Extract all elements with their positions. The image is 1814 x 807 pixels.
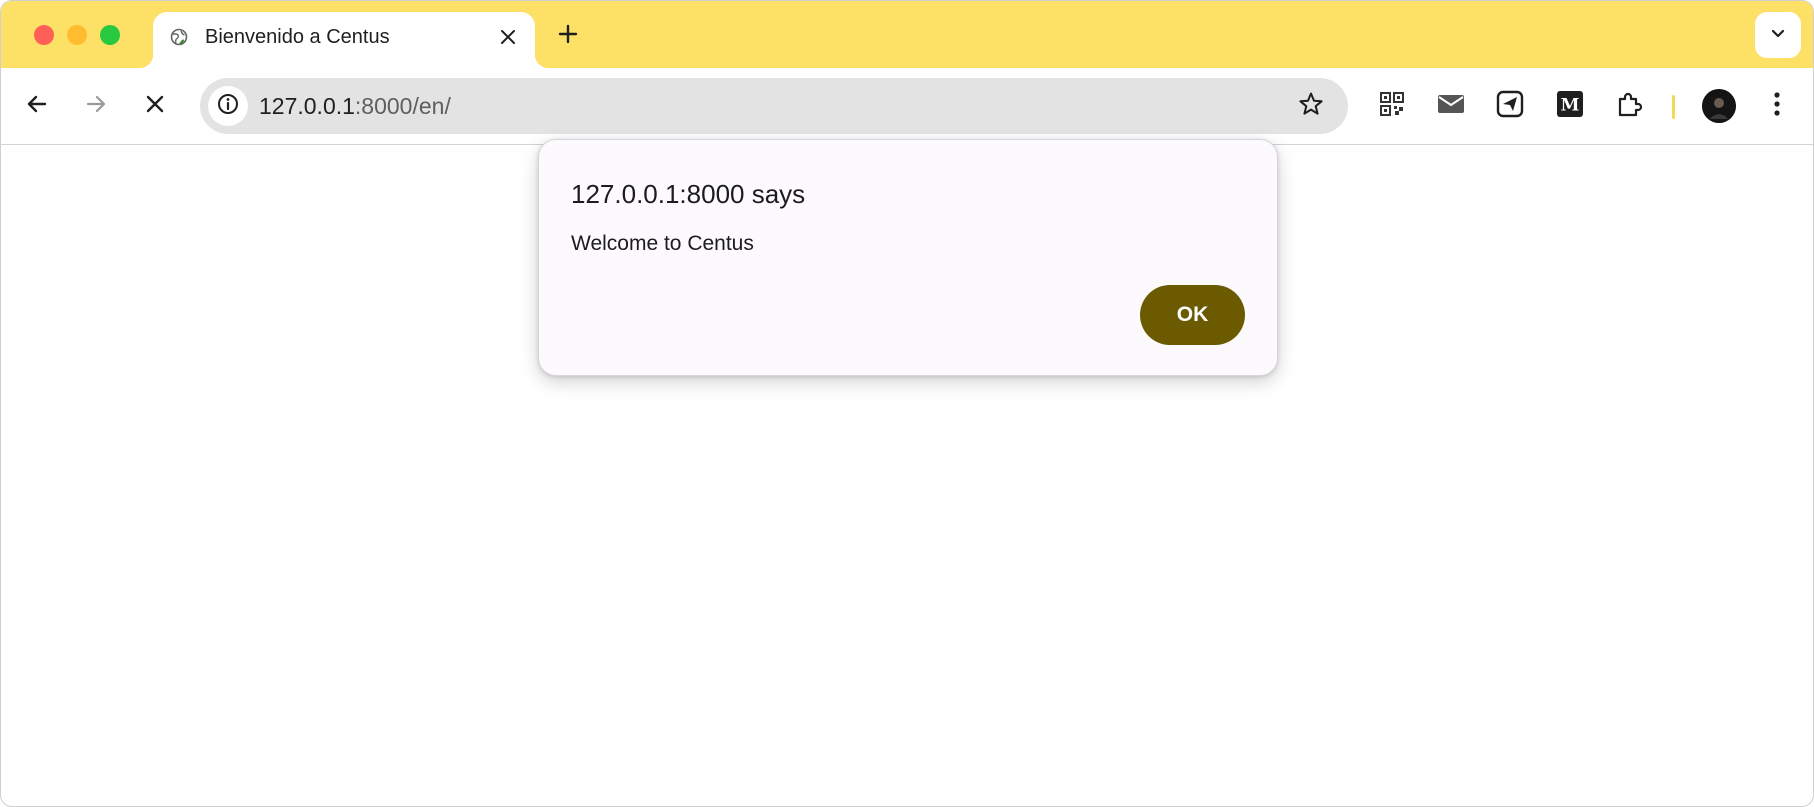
address-bar[interactable]: 127.0.0.1:8000/en/ [200,78,1348,134]
alert-dialog: 127.0.0.1:8000 says Welcome to Centus OK [538,139,1278,376]
plus-icon [558,24,578,49]
new-tab-button[interactable] [554,22,582,50]
mail-icon [1436,92,1466,121]
chevron-down-icon [1770,25,1786,46]
star-icon [1298,91,1324,122]
dialog-title: 127.0.0.1:8000 says [571,179,806,209]
url-text: 127.0.0.1:8000/en/ [259,92,451,120]
puzzle-icon [1615,90,1643,123]
url-host: 127.0.0.1 [259,93,355,119]
arrow-left-icon [25,92,49,121]
browser-window: Bienvenido a Centus 127.0.0.1:8000/en/ M… [0,0,1814,807]
forward-button[interactable] [78,88,114,124]
arrow-right-icon [84,92,108,121]
dialog-message: Welcome to Centus [571,232,754,255]
window-maximize-button[interactable] [100,25,120,45]
qr-code-extension[interactable] [1375,89,1409,123]
url-path: :8000/en/ [354,93,451,119]
svg-text:M: M [1561,95,1580,115]
site-info-button[interactable] [208,86,248,126]
tab-close-icon[interactable] [497,26,519,48]
medium-icon: M [1556,90,1584,123]
tab-strip: Bienvenido a Centus [1,1,1813,68]
back-button[interactable] [19,88,55,124]
browser-menu-button[interactable] [1762,89,1792,123]
tab-search-button[interactable] [1755,12,1801,58]
tab-title: Bienvenido a Centus [205,26,390,48]
bookmark-button[interactable] [1296,91,1326,121]
send-icon [1496,90,1524,123]
tab-active[interactable]: Bienvenido a Centus [139,12,549,68]
toolbar: 127.0.0.1:8000/en/ M [1,68,1813,145]
info-icon [216,92,240,121]
medium-extension[interactable]: M [1553,89,1587,123]
mail-extension[interactable] [1434,89,1468,123]
send-extension[interactable] [1493,89,1527,123]
qr-code-icon [1379,91,1405,122]
close-icon [144,93,166,120]
vertical-dots-icon [1773,91,1781,122]
globe-icon [170,28,188,46]
ok-button[interactable]: OK [1140,285,1245,345]
stop-loading-button[interactable] [137,88,173,124]
profile-avatar[interactable] [1702,89,1736,123]
window-close-button[interactable] [34,25,54,45]
window-minimize-button[interactable] [67,25,87,45]
extensions-button[interactable] [1612,89,1646,123]
toolbar-separator [1672,95,1675,119]
